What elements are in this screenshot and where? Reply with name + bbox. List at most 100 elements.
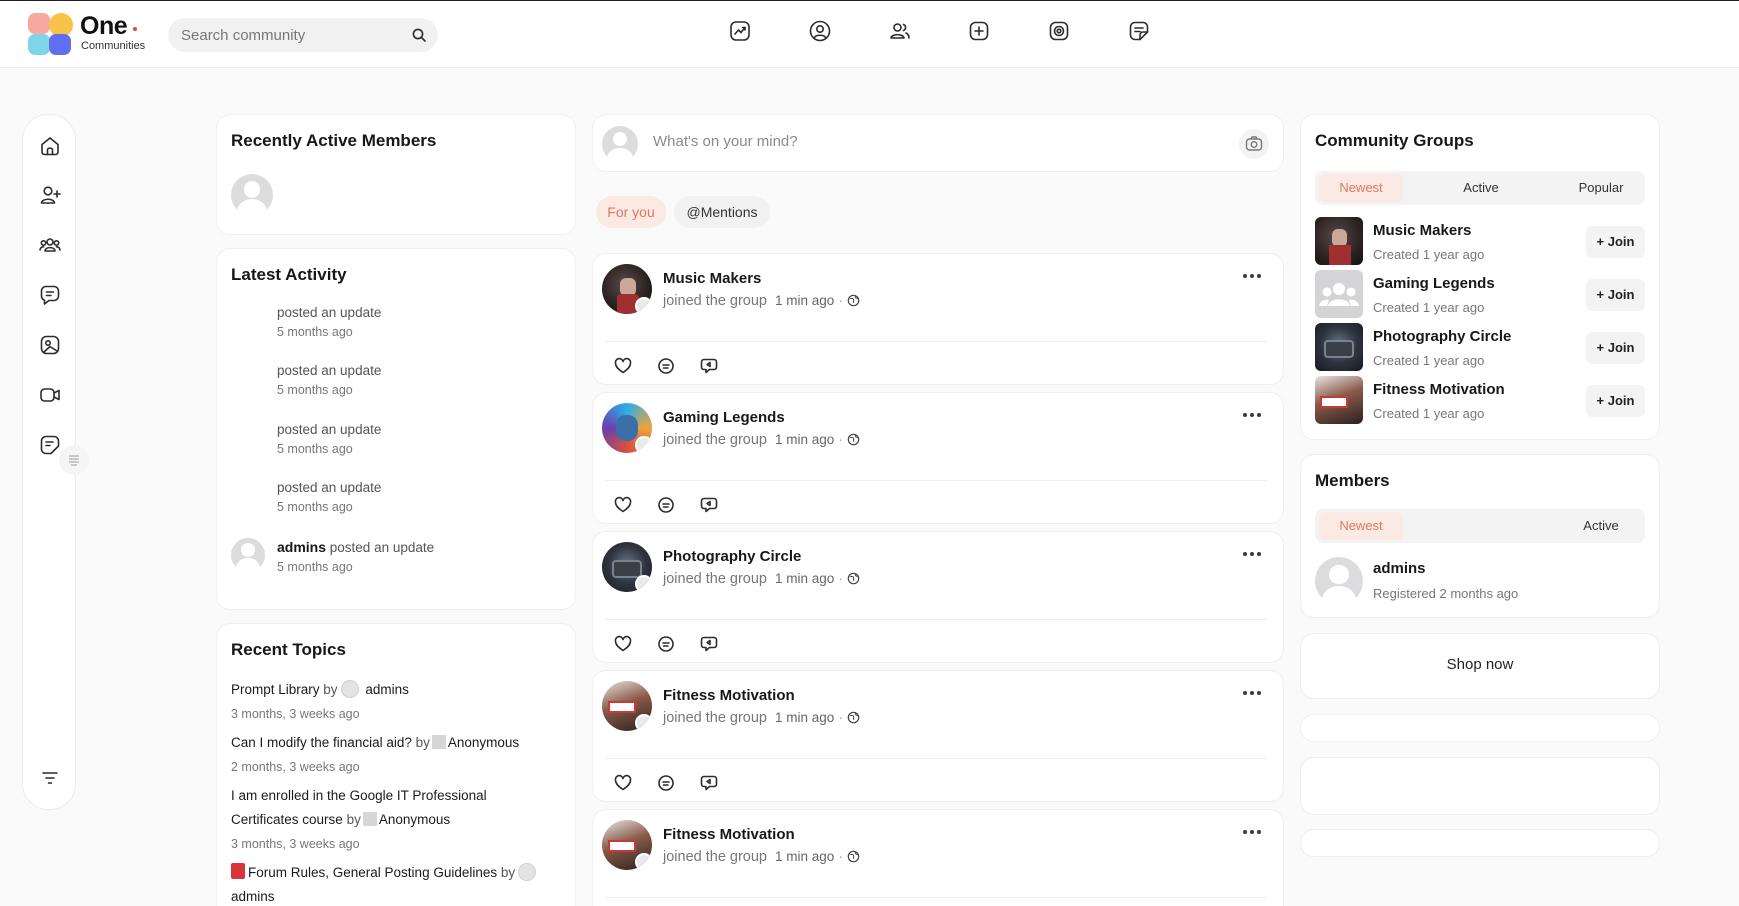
- group-avatar[interactable]: [602, 403, 652, 453]
- camera-target-icon[interactable]: [1047, 19, 1071, 43]
- search-input[interactable]: [168, 18, 388, 52]
- comment-icon[interactable]: [656, 634, 676, 654]
- avatar[interactable]: [231, 174, 273, 216]
- group-name-link[interactable]: Photography Circle: [1373, 328, 1511, 345]
- like-icon[interactable]: [613, 773, 633, 793]
- activity-time: 5 months ago: [277, 442, 353, 456]
- feed-time[interactable]: 1 min ago: [775, 432, 834, 447]
- add-post-icon[interactable]: [967, 19, 991, 43]
- like-icon[interactable]: [613, 634, 633, 654]
- notes-icon[interactable]: [1127, 19, 1151, 43]
- brand-name[interactable]: One: [80, 12, 128, 41]
- group-avatar[interactable]: [602, 681, 652, 731]
- group-avatar[interactable]: [1315, 217, 1363, 265]
- home-icon[interactable]: [38, 134, 62, 158]
- group-name-link[interactable]: Photography Circle: [663, 548, 801, 565]
- feed-item: Gaming Legends joined the group 1 min ago…: [592, 392, 1284, 524]
- photos-icon[interactable]: [38, 333, 62, 357]
- video-icon[interactable]: [38, 383, 62, 407]
- group-avatar[interactable]: [1315, 270, 1363, 318]
- profile-icon[interactable]: [808, 19, 832, 43]
- more-options-icon[interactable]: [1243, 689, 1263, 697]
- member-name-link[interactable]: admins: [1373, 560, 1426, 577]
- tab-popular[interactable]: Popular: [1559, 174, 1643, 202]
- topic-author-link[interactable]: admins: [365, 682, 409, 697]
- share-icon[interactable]: [699, 356, 719, 376]
- add-friend-icon[interactable]: [38, 183, 62, 207]
- comment-icon[interactable]: [656, 356, 676, 376]
- tab-newest[interactable]: Newest: [1319, 512, 1403, 540]
- topic-author-link[interactable]: Anonymous: [448, 735, 519, 750]
- brand-logo[interactable]: [28, 13, 74, 57]
- comment-icon[interactable]: [656, 773, 676, 793]
- more-options-icon[interactable]: [1243, 411, 1263, 419]
- feed-time[interactable]: 1 min ago: [775, 571, 834, 586]
- filter-icon[interactable]: [38, 766, 62, 790]
- activity-chart-icon[interactable]: [728, 19, 752, 43]
- group-name-link[interactable]: Gaming Legends: [1373, 275, 1495, 292]
- avatar[interactable]: [231, 538, 265, 572]
- topic-title-link[interactable]: Certificates course: [231, 812, 343, 827]
- topic-title-link[interactable]: Forum Rules, General Posting Guidelines: [248, 865, 497, 880]
- share-icon[interactable]: [699, 773, 719, 793]
- group-name-link[interactable]: Fitness Motivation: [663, 687, 795, 704]
- topic-title-link[interactable]: Prompt Library: [231, 682, 320, 697]
- more-options-icon[interactable]: [1243, 828, 1263, 836]
- join-button[interactable]: + Join: [1586, 332, 1645, 364]
- divider: [605, 758, 1267, 759]
- shop-now-link[interactable]: Shop now: [1301, 656, 1659, 673]
- like-icon[interactable]: [613, 495, 633, 515]
- card-title: Members: [1315, 471, 1390, 490]
- group-avatar[interactable]: [1315, 323, 1363, 371]
- avatar[interactable]: [1315, 557, 1363, 605]
- group-name-link[interactable]: Music Makers: [1373, 222, 1471, 239]
- tab-active[interactable]: Active: [1559, 512, 1643, 540]
- search-icon[interactable]: [412, 28, 426, 42]
- group-avatar[interactable]: [602, 542, 652, 592]
- topic-title-link[interactable]: I am enrolled in the Google IT Professio…: [231, 788, 487, 803]
- group-tabs: Newest Active Popular: [1315, 171, 1645, 205]
- join-button[interactable]: + Join: [1586, 279, 1645, 311]
- collapse-menu-icon[interactable]: [59, 445, 89, 475]
- activity-user-link[interactable]: admins: [277, 539, 326, 555]
- group-avatar[interactable]: [602, 264, 652, 314]
- feed-time[interactable]: 1 min ago: [775, 293, 834, 308]
- topic-title-link[interactable]: Can I modify the financial aid?: [231, 735, 412, 750]
- tab-newest[interactable]: Newest: [1319, 174, 1403, 202]
- tab-active[interactable]: Active: [1439, 174, 1523, 202]
- tab-mentions[interactable]: @Mentions: [674, 196, 770, 228]
- divider: [605, 480, 1267, 481]
- groups-icon[interactable]: [38, 233, 62, 257]
- share-icon[interactable]: [699, 634, 719, 654]
- feed-meta: joined the group 1 min ago ·: [663, 432, 860, 448]
- share-icon[interactable]: [699, 495, 719, 515]
- composer-input[interactable]: [653, 133, 1153, 150]
- topic-author-link[interactable]: Anonymous: [379, 812, 450, 827]
- join-button[interactable]: + Join: [1586, 385, 1645, 417]
- join-button[interactable]: + Join: [1586, 226, 1645, 258]
- group-name-link[interactable]: Music Makers: [663, 270, 761, 287]
- feed-item: Photography Circle joined the group 1 min…: [592, 531, 1284, 663]
- group-avatar[interactable]: [602, 820, 652, 870]
- topic-item: I am enrolled in the Google IT Professio…: [231, 784, 487, 832]
- card-title: Recently Active Members: [231, 131, 437, 150]
- group-name-link[interactable]: Gaming Legends: [663, 409, 785, 426]
- messages-icon[interactable]: [38, 283, 62, 307]
- globe-icon: [847, 850, 860, 863]
- activity-time: 5 months ago: [277, 383, 353, 397]
- globe-icon: [847, 294, 860, 307]
- group-name-link[interactable]: Fitness Motivation: [1373, 381, 1505, 398]
- group-avatar[interactable]: [1315, 376, 1363, 424]
- topic-author-link[interactable]: admins: [231, 889, 275, 904]
- activity-time: 5 months ago: [277, 325, 353, 339]
- comment-icon[interactable]: [656, 495, 676, 515]
- feed-time[interactable]: 1 min ago: [775, 710, 834, 725]
- like-icon[interactable]: [613, 356, 633, 376]
- camera-icon[interactable]: [1239, 129, 1269, 159]
- tab-for-you[interactable]: For you: [596, 196, 666, 228]
- group-name-link[interactable]: Fitness Motivation: [663, 826, 795, 843]
- more-options-icon[interactable]: [1243, 272, 1263, 280]
- members-icon[interactable]: [888, 19, 912, 43]
- more-options-icon[interactable]: [1243, 550, 1263, 558]
- feed-time[interactable]: 1 min ago: [775, 849, 834, 864]
